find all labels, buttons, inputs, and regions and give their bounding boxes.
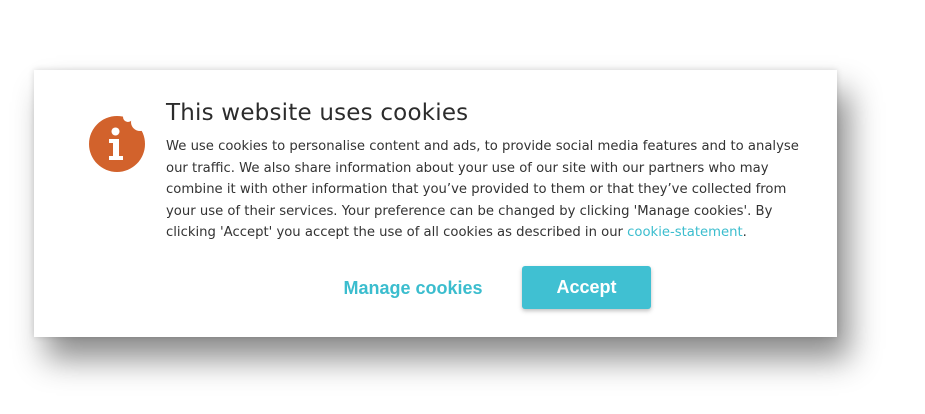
cookie-consent-banner: This website uses cookies We use cookies… — [34, 70, 837, 337]
description-end: . — [742, 225, 747, 241]
cookie-statement-link[interactable]: cookie-statement — [627, 225, 742, 240]
accept-button[interactable]: Accept — [522, 266, 651, 309]
banner-description: We use cookies to personalise content an… — [166, 136, 806, 244]
manage-cookies-button[interactable]: Manage cookies — [334, 266, 492, 310]
cookie-info-icon — [87, 114, 147, 174]
banner-title: This website uses cookies — [166, 100, 469, 126]
banner-actions: Manage cookies Accept — [34, 266, 837, 310]
banner-content: This website uses cookies We use cookies… — [166, 98, 806, 244]
cookie-info-icon-graphic — [89, 116, 145, 172]
page-background: This website uses cookies We use cookies… — [0, 0, 925, 414]
